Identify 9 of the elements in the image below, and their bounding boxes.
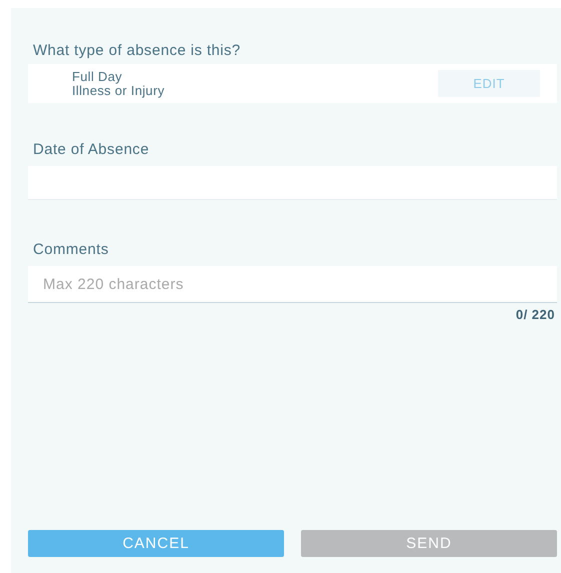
date-label: Date of Absence: [32, 140, 150, 160]
cancel-button[interactable]: CANCEL: [28, 530, 284, 557]
reason-text: Illness or Injury: [72, 84, 165, 98]
comments-field[interactable]: Max 220 characters: [28, 266, 557, 303]
duration-text: Full Day: [72, 70, 122, 84]
question-label: What type of absence is this?: [32, 41, 241, 61]
comments-label: Comments: [32, 240, 109, 260]
edit-button[interactable]: EDIT: [438, 70, 540, 97]
character-counter: 0/ 220: [516, 307, 556, 322]
